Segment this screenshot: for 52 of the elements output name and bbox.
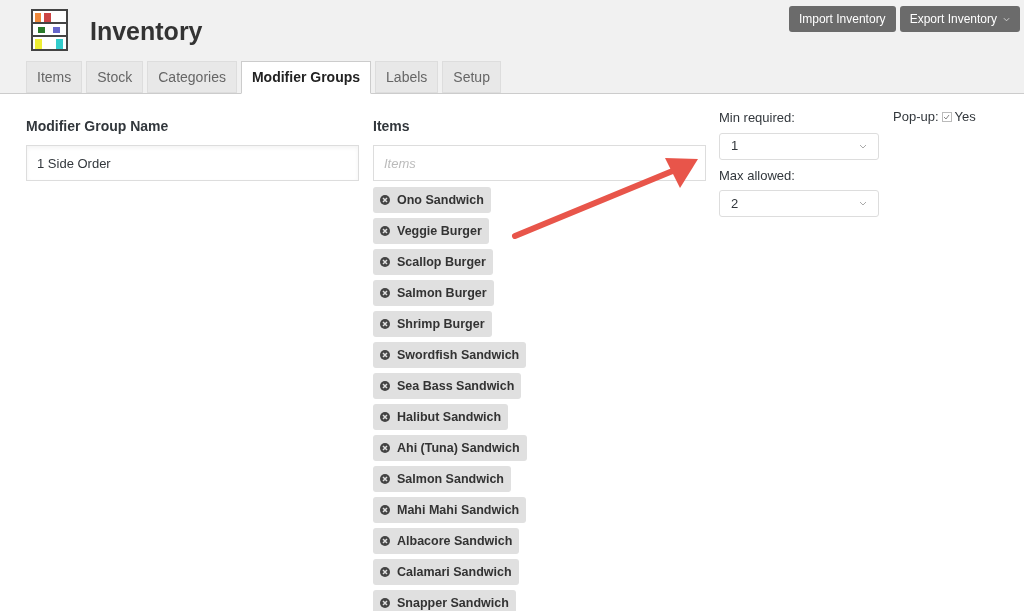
max-select[interactable]: 2 — [719, 190, 879, 217]
field-label: Min required: — [719, 109, 796, 127]
tab[interactable]: Modifier Groups — [240, 61, 372, 94]
remove-icon[interactable] — [380, 257, 390, 267]
chevron-down-icon — [1003, 16, 1010, 22]
remove-icon[interactable] — [380, 536, 390, 546]
remove-icon[interactable] — [380, 443, 390, 453]
remove-icon[interactable] — [380, 567, 390, 577]
remove-icon[interactable] — [380, 195, 390, 205]
popup-label: Pop-up: — [893, 108, 939, 127]
min-select[interactable]: 1 — [719, 132, 879, 160]
remove-icon[interactable] — [380, 350, 390, 360]
item-tag[interactable]: Swordfish Sandwich — [373, 342, 527, 368]
item-tag[interactable]: Scallop Burger — [373, 249, 493, 275]
item-tag[interactable]: Veggie Burger — [373, 218, 489, 244]
remove-icon[interactable] — [380, 598, 390, 608]
chevron-down-icon — [859, 143, 867, 149]
item-tag[interactable]: Salmon Sandwich — [373, 466, 511, 492]
remove-icon[interactable] — [380, 412, 390, 422]
item-tag[interactable]: Ahi (Tuna) Sandwich — [373, 435, 527, 461]
tab[interactable]: Labels — [375, 61, 439, 93]
tab[interactable]: Stock — [86, 61, 144, 93]
item-tag[interactable]: Snapper Sandwich — [373, 590, 516, 611]
checkbox-label: Yes — [954, 108, 976, 127]
name-input-field[interactable]: 1 Side Order — [26, 145, 359, 181]
remove-icon[interactable] — [380, 381, 390, 391]
item-tag[interactable]: Sea Bass Sandwich — [373, 373, 522, 399]
chevron-down-icon — [859, 201, 867, 206]
remove-icon[interactable] — [380, 319, 390, 329]
popup-checkbox[interactable] — [941, 112, 952, 122]
items-input-field[interactable]: Items — [373, 145, 706, 181]
export-dropdown-button[interactable]: Export Inventory — [899, 6, 1020, 32]
import-button[interactable]: Import Inventory — [788, 6, 896, 32]
shelf-logo-icon — [31, 9, 68, 51]
tab[interactable]: Categories — [147, 61, 237, 93]
remove-icon[interactable] — [380, 474, 390, 484]
page-title: Inventory — [90, 16, 203, 48]
item-tag[interactable]: Shrimp Burger — [373, 311, 492, 337]
remove-icon[interactable] — [380, 505, 390, 515]
item-tag[interactable]: Ono Sandwich — [373, 187, 491, 213]
item-tag[interactable]: Salmon Burger — [373, 280, 494, 306]
tab[interactable]: Items — [26, 61, 83, 93]
field-label: Max allowed: — [719, 166, 796, 185]
field-label: Modifier Group Name — [26, 117, 170, 136]
tab[interactable]: Setup — [442, 61, 501, 93]
item-tag[interactable]: Calamari Sandwich — [373, 559, 519, 585]
item-tag[interactable]: Albacore Sandwich — [373, 528, 520, 554]
remove-icon[interactable] — [380, 226, 390, 236]
remove-icon[interactable] — [380, 288, 390, 298]
field-label: Items — [373, 117, 411, 136]
item-tag[interactable]: Halibut Sandwich — [373, 404, 509, 430]
item-tag[interactable]: Mahi Mahi Sandwich — [373, 497, 527, 523]
